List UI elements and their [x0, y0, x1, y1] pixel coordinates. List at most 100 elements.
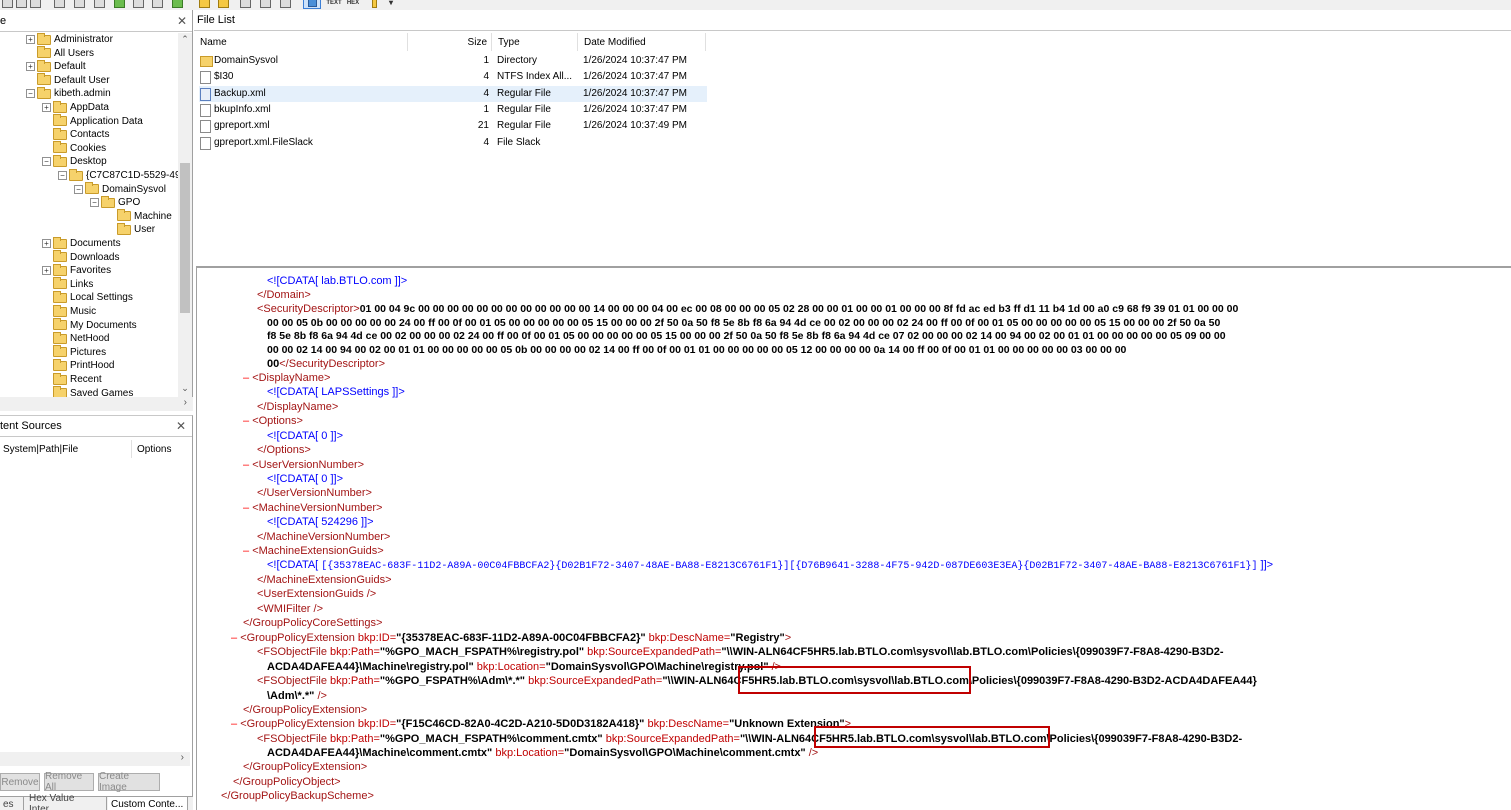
- remove-button[interactable]: Remove: [0, 773, 40, 791]
- file-type: Regular File: [497, 87, 551, 99]
- file-list-row[interactable]: Backup.xml 4 Regular File 1/26/2024 10:37:4…: [199, 85, 707, 102]
- tree-item[interactable]: Recent: [42, 372, 102, 386]
- create-image-button[interactable]: Create Image: [98, 771, 160, 793]
- column-header-size[interactable]: Size: [408, 33, 492, 51]
- view-icon[interactable]: [303, 0, 321, 9]
- expand-icon[interactable]: +: [42, 103, 51, 112]
- uservn-open[interactable]: – <UserVersionNumber>: [243, 458, 364, 472]
- toolbar-button-2[interactable]: [16, 0, 27, 9]
- folder-icon[interactable]: [199, 0, 210, 9]
- expand-icon[interactable]: +: [42, 266, 51, 276]
- tree-item[interactable]: + Documents: [42, 236, 121, 250]
- tree-item[interactable]: Application Data: [42, 114, 143, 128]
- close-icon[interactable]: ✕: [177, 14, 187, 28]
- sources-hscrollbar[interactable]: ›: [0, 752, 190, 766]
- tree-item[interactable]: Local Settings: [42, 290, 133, 304]
- tree-item[interactable]: Default User: [26, 73, 110, 87]
- disk-icon[interactable]: [94, 0, 105, 9]
- tree-item[interactable]: − DomainSysvol: [74, 182, 166, 196]
- close-icon[interactable]: ✕: [176, 419, 186, 433]
- tree-item[interactable]: Machine: [106, 209, 172, 223]
- list-icon[interactable]: [260, 0, 271, 9]
- tab-properties[interactable]: es: [0, 797, 24, 810]
- collapse-icon[interactable]: −: [58, 171, 67, 180]
- folder-icon: [200, 56, 213, 67]
- tab-custom-content-sources[interactable]: Custom Conte...: [108, 797, 188, 810]
- file-list-row[interactable]: gpreport.xml.FileSlack 4 File Slack: [199, 135, 707, 151]
- text-view-button[interactable]: TEXT: [325, 0, 343, 9]
- scroll-up-icon[interactable]: ⌃: [180, 34, 190, 45]
- machinevn-open[interactable]: – <MachineVersionNumber>: [243, 501, 382, 515]
- tab-hex-value-interpreter[interactable]: Hex Value Inter...: [26, 793, 107, 810]
- column-header-path[interactable]: System|Path|File: [0, 440, 132, 458]
- tree-item[interactable]: Downloads: [42, 250, 119, 264]
- file-list-row[interactable]: gpreport.xml 21 Regular File 1/26/2024 10:3…: [199, 118, 707, 134]
- tree-item[interactable]: My Documents: [42, 318, 137, 332]
- file-date: 1/26/2024 10:37:47 PM: [583, 55, 687, 66]
- displayname-open[interactable]: – <DisplayName>: [243, 371, 330, 385]
- column-header-date[interactable]: Date Modified: [578, 33, 706, 51]
- tree-item[interactable]: − Desktop: [42, 154, 107, 168]
- column-header-type[interactable]: Type: [492, 33, 578, 51]
- gpextension-registry-open[interactable]: – <GroupPolicyExtension bkp:ID="{35378EA…: [231, 631, 791, 645]
- tree-item[interactable]: Cookies: [42, 141, 106, 155]
- toolbar-button-1[interactable]: [2, 0, 13, 9]
- tree-item[interactable]: User: [106, 222, 155, 236]
- file-date: 1/26/2024 10:37:47 PM: [583, 71, 687, 83]
- tree-item[interactable]: Pictures: [42, 345, 106, 359]
- tree-item[interactable]: − {C7C87C1D-5529-495: [58, 168, 178, 182]
- expand-icon[interactable]: +: [26, 62, 35, 72]
- tree-item[interactable]: Saved Games: [42, 386, 133, 397]
- tree-item[interactable]: Music: [42, 304, 96, 318]
- tree-item[interactable]: + Default: [26, 59, 86, 73]
- toolbar-button-3[interactable]: [30, 0, 41, 9]
- tree-item[interactable]: Links: [42, 277, 93, 291]
- dropdown-arrow-icon[interactable]: ▾: [389, 0, 393, 9]
- options-open[interactable]: – <Options>: [243, 414, 303, 428]
- tree-hscrollbar[interactable]: ›: [0, 397, 193, 411]
- highlight-box-hostname-1: [738, 666, 971, 694]
- collapse-icon[interactable]: −: [74, 184, 83, 194]
- collapse-icon[interactable]: −: [42, 157, 51, 167]
- column-header-options[interactable]: Options: [137, 440, 187, 458]
- toolbar-button-9[interactable]: [152, 0, 163, 9]
- folder-icon: [53, 290, 67, 303]
- hex-view-button[interactable]: HEX: [345, 0, 361, 9]
- expand-icon[interactable]: +: [42, 239, 51, 248]
- column-header-name[interactable]: Name: [194, 33, 408, 51]
- machineext-open[interactable]: – <MachineExtensionGuids>: [243, 544, 384, 558]
- collapse-icon[interactable]: −: [26, 89, 35, 99]
- tree-item[interactable]: + AppData: [42, 100, 109, 114]
- file-list-row[interactable]: $I30 4 NTFS Index All... 1/26/2024 10:37:47…: [199, 69, 707, 85]
- tree-item[interactable]: PrintHood: [42, 358, 114, 372]
- file-list-row[interactable]: DomainSysvol 1 Directory 1/26/2024 10:37:47…: [199, 53, 707, 69]
- tree-item[interactable]: + Administrator: [26, 33, 113, 46]
- toolbar-button-10[interactable]: [172, 0, 183, 9]
- expand-icon[interactable]: +: [26, 35, 35, 44]
- tree-item[interactable]: Contacts: [42, 127, 109, 141]
- backup-scheme-close: </GroupPolicyBackupScheme>: [221, 790, 374, 802]
- scroll-right-icon[interactable]: ›: [184, 397, 187, 408]
- collapse-icon[interactable]: −: [90, 198, 99, 208]
- tree-item[interactable]: All Users: [26, 46, 94, 60]
- toolbar-button-8[interactable]: [133, 0, 144, 9]
- scroll-right-icon[interactable]: ›: [181, 752, 184, 763]
- scroll-thumb[interactable]: [180, 163, 190, 313]
- tree-item[interactable]: NetHood: [42, 331, 109, 345]
- tree-item-label: Favorites: [70, 265, 112, 277]
- save-icon[interactable]: [74, 0, 85, 9]
- scroll-down-icon[interactable]: ⌄: [180, 383, 190, 394]
- export-icon[interactable]: [114, 0, 125, 9]
- page-icon[interactable]: [240, 0, 251, 9]
- image-icon[interactable]: [54, 0, 65, 9]
- key-icon[interactable]: [218, 0, 229, 9]
- tree-item[interactable]: − kibeth.admin: [26, 86, 111, 100]
- pin-icon[interactable]: [372, 0, 377, 9]
- grid-icon[interactable]: [280, 0, 291, 9]
- gpextension-unknown-open[interactable]: – <GroupPolicyExtension bkp:ID="{F15C46C…: [231, 717, 851, 731]
- tree-scrollbar[interactable]: ⌃ ⌄: [178, 33, 192, 397]
- remove-all-button[interactable]: Remove All: [44, 771, 94, 793]
- tree-item[interactable]: − GPO: [90, 195, 140, 209]
- file-list-row[interactable]: bkupInfo.xml 1 Regular File 1/26/2024 10:37…: [199, 102, 707, 118]
- tree-item[interactable]: + Favorites: [42, 263, 112, 277]
